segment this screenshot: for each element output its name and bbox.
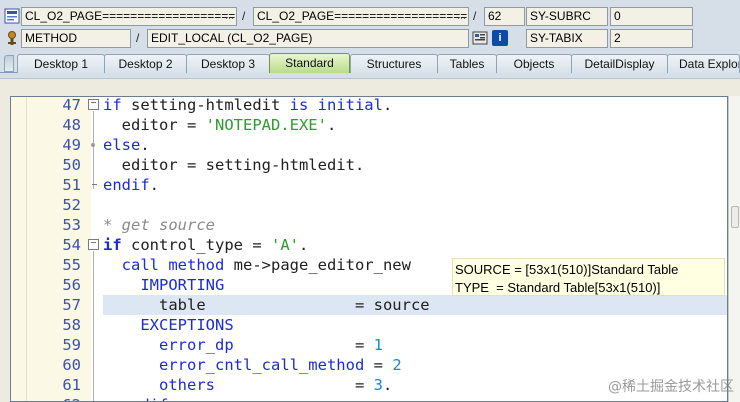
object-type-field[interactable]: METHOD (21, 29, 131, 48)
code-line: 53 * get source (11, 215, 727, 235)
tab-objects[interactable]: Objects (496, 54, 572, 73)
line-number-field[interactable]: 62 (484, 7, 525, 26)
info-row-1: CL_O2_PAGE===================… / CL_O2_P… (0, 7, 740, 27)
class-name-field[interactable]: CL_O2_PAGE===================… (21, 7, 237, 26)
code-text: call method me->page_editor_new (121, 256, 411, 274)
class-name-value: CL_O2_PAGE=================== (25, 9, 236, 23)
tab-standard[interactable]: Standard (269, 53, 350, 73)
code-text: table = source (103, 296, 430, 314)
info-row-2: METHOD / EDIT_LOCAL (CL_O2_PAGE) i SY-TA… (0, 29, 740, 49)
separator: / (473, 9, 477, 23)
collapse-block-icon[interactable]: − (88, 239, 99, 250)
code-line: 47 − if setting-htmledit is initial. (11, 96, 727, 115)
code-line: 58 EXCEPTIONS (11, 315, 727, 335)
tab-data-explorer[interactable]: Data Explorer (667, 54, 740, 73)
method-icon (8, 31, 16, 45)
variable-tooltip: SOURCE = [53x1(510)]Standard Table TYPE =… (452, 258, 725, 296)
tooltip-line-type: TYPE = Standard Table[53x1(510)] (455, 279, 661, 295)
code-text: EXCEPTIONS (140, 316, 234, 334)
code-text: error_cntl_call_method = 2 (159, 356, 402, 374)
line-number: 51 (62, 176, 81, 194)
line-number: 60 (62, 356, 81, 374)
sysvar-name-field[interactable]: SY-SUBRC (526, 7, 608, 26)
line-number: 48 (62, 116, 81, 134)
code-line: 48 editor = 'NOTEPAD.EXE'. (11, 115, 727, 135)
line-number: 47 (62, 96, 81, 114)
line-number: 59 (62, 336, 81, 354)
more-icon: … (457, 11, 466, 21)
code-text: else. (103, 136, 150, 154)
code-line: 50 editor = setting-htmledit. (11, 155, 727, 175)
tab-tables[interactable]: Tables (437, 54, 497, 73)
sysvar-name-field[interactable]: SY-TABIX (526, 29, 608, 48)
line-number: 62 (27, 395, 81, 401)
code-text: others = 3. (159, 376, 393, 394)
vertical-scrollbar[interactable] (728, 96, 740, 402)
class-icon (4, 8, 20, 24)
line-number: 54 (62, 236, 81, 254)
separator: / (136, 31, 140, 45)
fold-marker (91, 143, 95, 147)
watermark: @稀土掘金技术社区 (608, 379, 734, 395)
code-line: 52 (11, 195, 727, 215)
scrollbar-grip[interactable] (731, 206, 739, 228)
code-line: 60 error_cntl_call_method = 2 (11, 355, 727, 375)
code-line: 54 − if control_type = 'A'. (11, 235, 727, 255)
line-number: 49 (62, 136, 81, 154)
code-text: IMPORTING (140, 276, 225, 294)
display-object-icon[interactable] (472, 30, 488, 46)
code-line: 49 else. (11, 135, 727, 155)
sysvar-value-field[interactable]: 2 (610, 29, 693, 48)
collapse-block-icon[interactable]: − (88, 99, 99, 110)
tab-scroll-handle[interactable] (4, 55, 14, 72)
sysvar-value-field[interactable]: 0 (610, 7, 693, 26)
method-name-field[interactable]: EDIT_LOCAL (CL_O2_PAGE) (147, 29, 469, 48)
code-text: error_dp = 1 (159, 336, 383, 354)
comment-text: * get source (103, 216, 215, 234)
line-number: 61 (62, 376, 81, 394)
fold-end-marker (92, 184, 97, 185)
line-number: 55 (62, 256, 81, 274)
include-name-value: CL_O2_PAGE=================== (257, 9, 468, 23)
tab-structures[interactable]: Structures (350, 54, 438, 73)
more-icon: … (225, 11, 234, 21)
separator: / (242, 9, 246, 23)
desktop-tab-strip: Desktop 1 Desktop 2 Desktop 3 Standard S… (0, 52, 740, 73)
code-text: editor = setting-htmledit. (103, 156, 365, 174)
info-icon[interactable]: i (492, 30, 508, 46)
code-text: endif. (103, 176, 160, 194)
tab-detail-display[interactable]: DetailDisplay (571, 54, 668, 73)
code-line: 62 endif. (11, 395, 727, 401)
source-code-editor[interactable]: 47 − if setting-htmledit is initial. 48 … (10, 96, 728, 402)
code-text: endif. (103, 395, 178, 401)
tab-desktop-2[interactable]: Desktop 2 (104, 54, 187, 73)
tab-desktop-3[interactable]: Desktop 3 (186, 54, 270, 73)
line-number: 50 (62, 156, 81, 174)
code-text: if setting-htmledit is initial. (103, 96, 393, 114)
code-line: 59 error_dp = 1 (11, 335, 727, 355)
tooltip-line-source: SOURCE = [53x1(510)]Standard Table (455, 262, 679, 277)
include-name-field[interactable]: CL_O2_PAGE===================… (253, 7, 469, 26)
code-text: if control_type = 'A'. (103, 236, 309, 254)
code-text: editor = 'NOTEPAD.EXE'. (103, 116, 337, 134)
line-number: 57 (62, 296, 81, 314)
code-line: 57 table = source (11, 295, 727, 315)
line-number: 56 (62, 276, 81, 294)
code-line: 51 endif. (11, 175, 727, 195)
line-number: 58 (62, 316, 81, 334)
tab-desktop-1[interactable]: Desktop 1 (17, 54, 105, 73)
line-number: 53 (62, 216, 81, 234)
line-number: 52 (62, 196, 81, 214)
